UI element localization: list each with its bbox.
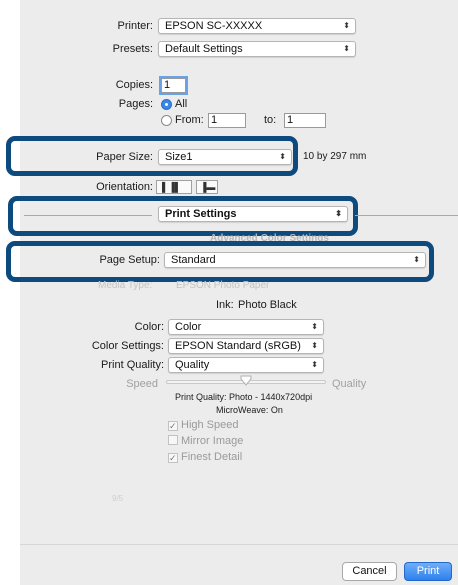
quality-slider-thumb[interactable] [240,375,252,386]
presets-label: Presets: [112,43,153,55]
print-button[interactable]: Print [404,562,452,581]
presets-popup[interactable]: Default Settings ⬍ [158,41,356,57]
pages-to-label: to: [264,114,277,126]
copies-label: Copies: [115,79,153,91]
color-value: Color [175,321,202,333]
media-type-value: EPSON Photo Paper [176,280,270,291]
print-quality-info: Print Quality: Photo - 1440x720dpi [175,392,313,402]
printer-popup[interactable]: EPSON SC-XXXXX ⬍ [158,18,356,34]
ink-label: Ink: [216,299,234,311]
printer-value: EPSON SC-XXXXX [165,20,263,32]
pages-label: Pages: [118,98,153,110]
orientation-portrait-button[interactable]: ▌▐▌ [156,180,192,194]
microweave-info: MicroWeave: On [216,405,283,415]
paper-size-dimensions: 10 by 297 mm [303,151,367,162]
popup-arrows-icon: ⬍ [335,209,342,218]
high-speed-label: High Speed [181,419,239,431]
print-quality-label: Print Quality: [101,359,164,371]
orientation-landscape-button[interactable]: ▐▬ [196,180,218,194]
landscape-figure-icon: ▐▬ [200,182,216,192]
copies-field[interactable]: 1 [159,76,188,95]
portrait-figure-icon: ▌▐▌ [162,182,182,192]
popup-arrows-icon: ⬍ [413,255,420,264]
high-speed-checkbox[interactable]: ✓ High Speed [168,419,239,431]
color-settings-label: Color Settings: [91,340,164,352]
page-setup-value: Standard [171,254,216,266]
paper-size-popup[interactable]: Size1 ⬍ [158,149,292,165]
popup-arrows-icon: ⬍ [279,152,286,161]
print-dialog [20,0,458,584]
popup-arrows-icon: ⬍ [343,44,350,53]
section-popup-value: Print Settings [165,208,237,220]
presets-value: Default Settings [165,43,243,55]
pages-all-radio[interactable] [161,99,172,110]
print-quality-value: Quality [175,359,210,371]
divider-right [355,215,458,216]
checkbox-empty-icon [168,435,178,445]
finest-detail-label: Finest Detail [181,451,243,463]
color-popup[interactable]: Color ⬍ [168,319,324,335]
color-settings-value: EPSON Standard (sRGB) [175,340,301,352]
orientation-label: Orientation: [96,181,153,193]
popup-arrows-icon: ⬍ [311,360,318,369]
pages-to-field[interactable]: 1 [284,113,326,128]
popup-arrows-icon: ⬍ [311,322,318,331]
mirror-image-label: Mirror Image [181,435,244,447]
cancel-button[interactable]: Cancel [342,562,397,581]
slider-quality-label: Quality [332,378,367,390]
pages-from-radio[interactable] [161,115,172,126]
popup-arrows-icon: ⬍ [311,341,318,350]
page-setup-popup[interactable]: Standard ⬍ [164,252,426,268]
finest-detail-checkbox[interactable]: ✓ Finest Detail [168,451,242,463]
pages-all-label: All [175,98,188,110]
popup-arrows-icon: ⬍ [343,21,350,30]
divider-left [24,215,152,216]
page-setup-label: Page Setup: [99,254,160,266]
printer-label: Printer: [117,20,153,32]
slider-speed-label: Speed [126,378,158,390]
paper-size-value: Size1 [165,151,193,163]
mirror-image-checkbox[interactable]: Mirror Image [168,435,243,447]
ink-value: Photo Black [238,299,297,311]
pages-from-label: From: [175,114,204,126]
checkmark-icon: ✓ [168,453,178,463]
color-label: Color: [134,321,164,333]
checkmark-icon: ✓ [168,421,178,431]
print-quality-popup[interactable]: Quality ⬍ [168,357,324,373]
section-popup[interactable]: Print Settings ⬍ [158,206,348,222]
color-settings-popup[interactable]: EPSON Standard (sRGB) ⬍ [168,338,324,354]
faint-status-text: 9/5 [112,494,124,503]
paper-size-label: Paper Size: [96,151,153,163]
pages-from-field[interactable]: 1 [208,113,246,128]
media-type-label: Media Type: [98,280,153,291]
